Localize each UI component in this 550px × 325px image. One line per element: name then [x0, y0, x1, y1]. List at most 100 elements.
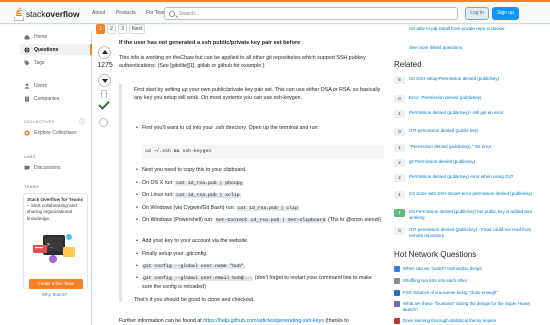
hnq-link[interactable]: Does learning thorough statistical theor… — [403, 318, 538, 324]
related-link[interactable]: Permission denied (publickey) i still ge… — [409, 110, 537, 116]
sidebar-item-tags[interactable]: Tags — [24, 60, 45, 66]
code-block: cd ~/.ssh && ssh-keygen — [142, 145, 384, 159]
next-page-button[interactable]: Next — [129, 24, 146, 34]
hot-network-questions-heading: Hot Network Questions — [394, 250, 477, 259]
hnq-link[interactable]: First instance of a universe being "clos… — [403, 290, 538, 296]
collectives-heading: COLLECTIVES — [24, 119, 55, 124]
related-link[interactable]: git Permission denied (publickey) — [409, 159, 537, 165]
list-item: On OS X run: cat id_rsa.pub | pbcopy — [136, 179, 382, 188]
sidebar-item-label: Tags — [34, 60, 45, 66]
score-badge: 5 — [394, 76, 405, 84]
score-badge: 1 — [394, 209, 405, 217]
score-badge: 0 — [394, 95, 405, 103]
see-more-linked-link[interactable]: See more linked questions — [409, 45, 462, 51]
sidebar-item-explore-collectives[interactable]: Explore Collectives — [24, 130, 77, 136]
logo-text: stackoverflow — [26, 9, 80, 19]
answer-heading: If the user has not generated a ssh publ… — [119, 40, 301, 46]
history-icon[interactable] — [99, 118, 108, 127]
inline-code: cat id_rsa.pub | clip — [236, 206, 299, 211]
score-badge: 1 — [394, 144, 405, 152]
left-sidebar: Home Questions Tags Users Companies COLL… — [20, 30, 92, 325]
related-link[interactable]: Git SSH setup-Permission denied (publick… — [409, 76, 537, 82]
sidebar-item-users[interactable]: Users — [24, 83, 47, 89]
home-icon — [24, 34, 30, 40]
list-item: On Linux run: cat id_rsa.pub | xclip — [136, 191, 382, 200]
quote-intro: First start by setting up your own publi… — [134, 87, 381, 101]
related-link[interactable]: GIT permission denied (publickey) - Fata… — [409, 227, 537, 238]
page-3-button[interactable]: 3 — [118, 24, 127, 34]
nav-about[interactable]: About — [92, 10, 105, 16]
related-heading: Related — [394, 60, 422, 69]
sidebar-item-label: Explore Collectives — [34, 130, 77, 136]
inline-code: git config --global user.name "bob" — [142, 264, 245, 269]
nav-products[interactable]: Products — [116, 10, 136, 16]
inline-code: cat id_rsa.pub | pbcopy — [175, 181, 244, 186]
site-icon — [394, 278, 400, 284]
sidebar-item-discussions[interactable]: Discussions — [24, 165, 61, 171]
create-free-team-button[interactable]: Create a free Team — [29, 279, 83, 289]
hnq-link[interactable]: Shuffling two lists into each other — [403, 278, 538, 284]
sidebar-item-label: Home — [34, 34, 48, 40]
page-1-button[interactable]: 1 — [96, 24, 105, 34]
related-link[interactable]: Git Permission denied (publickey) but pu… — [409, 209, 537, 220]
blockquote: First start by setting up your own publi… — [119, 84, 387, 303]
list-item: First you'll want to cd into your .ssh d… — [136, 124, 382, 132]
stack-overflow-logo[interactable]: stackoverflow — [14, 6, 80, 21]
related-link[interactable]: "Permission denied (publickey)." Git err… — [409, 144, 537, 150]
user-icon — [24, 83, 30, 89]
accepted-check-icon — [98, 100, 110, 110]
answer-intro: This info is working on theChaw but can … — [119, 55, 366, 69]
tag-icon — [24, 60, 30, 66]
site-icon — [394, 301, 400, 307]
why-teams-link[interactable]: Why Teams? — [42, 292, 67, 297]
pagination: 1 2 3 Next — [96, 24, 147, 34]
related-link[interactable]: GIT permission denied (public key) — [409, 128, 537, 134]
site-icon — [394, 266, 400, 272]
related-link[interactable]: Git clone with SSH shows error permissio… — [409, 191, 537, 197]
search-placeholder: Search... — [179, 11, 200, 17]
score-badge: 1 — [394, 110, 405, 118]
top-bar: stackoverflow About Products For Teams S… — [0, 0, 550, 24]
teams-promo-text: Stack Overflow for Teams – Start collabo… — [27, 197, 84, 221]
hnq-link[interactable]: When can we "switch" isomorphic things — [403, 266, 538, 272]
list-item: On Windows (via Cygwin/Git Bash) run: ca… — [136, 204, 382, 213]
site-icon — [394, 318, 400, 324]
upvote-arrow-icon[interactable] — [98, 46, 111, 59]
teams-heading: TEAMS — [24, 184, 40, 189]
list-item: Finally setup your .gitconfig. — [136, 250, 382, 258]
further-info-link[interactable]: https://help.github.com/articles/generat… — [203, 318, 324, 324]
collectives-icon — [24, 130, 30, 136]
site-icon — [394, 290, 400, 296]
score-badge: 1 — [394, 191, 405, 199]
list-item: On Windows (Powershell) run: Get-Content… — [136, 216, 382, 225]
score-badge: 2 — [394, 159, 405, 167]
labs-heading: LABS — [24, 154, 36, 159]
downvote-arrow-icon[interactable] — [98, 74, 111, 87]
score-badge: 0 — [394, 227, 405, 235]
sidebar-item-label: Questions — [34, 47, 59, 53]
signup-button[interactable]: Sign up — [492, 7, 519, 20]
related-link[interactable]: Error :Permission denied (publickey) — [409, 95, 537, 101]
inline-code: cat id_rsa.pub | xclip — [175, 193, 241, 198]
login-button[interactable]: Log in — [465, 7, 489, 20]
collectives-info-icon[interactable]: ⓘ — [79, 117, 85, 126]
list-item: git config --global user.name "bob" — [136, 262, 382, 271]
quote-closing: That's it you should be good to clone an… — [134, 297, 255, 303]
search-input[interactable]: Search... — [164, 7, 458, 20]
inline-code: git config --global user.email bob@... — [142, 276, 254, 281]
sidebar-item-companies[interactable]: Companies — [24, 96, 59, 102]
page-2-button[interactable]: 2 — [107, 24, 116, 34]
logo-icon — [14, 6, 24, 21]
bookmark-icon[interactable] — [101, 90, 107, 98]
hnq-link[interactable]: What are these "fountains" during the de… — [403, 301, 538, 312]
linked-question-link[interactable]: not able to pip install from private rep… — [409, 26, 537, 32]
sidebar-item-questions[interactable]: Questions — [24, 47, 58, 53]
list-item: Next you need to copy this to your clipb… — [136, 166, 382, 174]
search-icon — [169, 10, 175, 17]
further-info: Further information can be found at http… — [119, 318, 349, 324]
list-item: Add your key to your account via the web… — [136, 237, 382, 245]
related-link[interactable]: Permission denied (publickey) error when… — [409, 174, 537, 180]
building-icon — [24, 96, 30, 102]
sidebar-item-home[interactable]: Home — [24, 34, 47, 40]
list-item: git config --global user.email bob@... (… — [136, 274, 382, 291]
